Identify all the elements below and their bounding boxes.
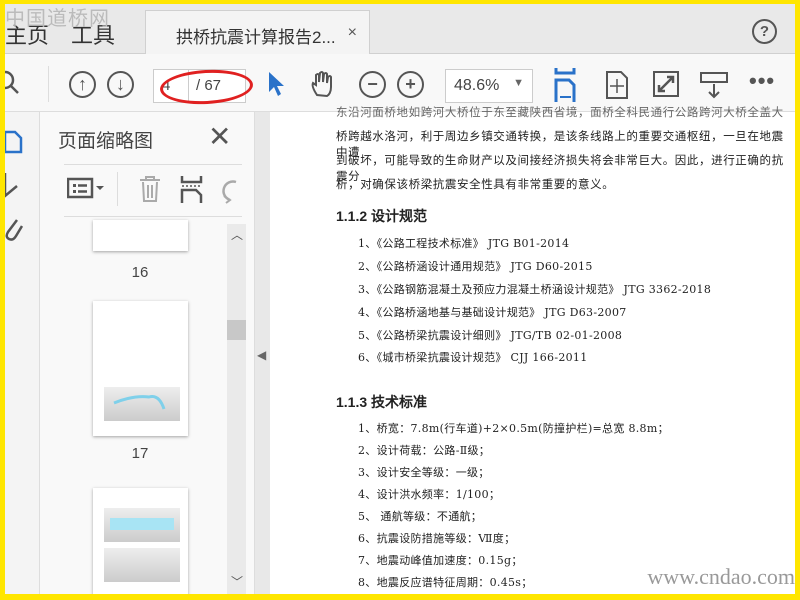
tab-document[interactable]: 拱桥抗震计算报告2... × [145, 10, 370, 54]
attachments-icon[interactable] [5, 214, 23, 242]
list-item: 2、设计荷载：公路-Ⅱ级； [358, 444, 491, 457]
bookmarks-icon[interactable] [5, 172, 19, 198]
paragraph-line: 析，对确保该桥梁抗震安全性具有非常重要的意义。 [336, 177, 615, 191]
list-item: 2、《公路桥涵设计通用规范》 JTG D60-2015 [358, 260, 593, 273]
collapse-panel-handle[interactable]: ◀ [254, 112, 270, 594]
paragraph-line: 东沿河面桥地如跨河大桥位于东至藏陕西省境，面桥全科民通行公路跨河大桥全盖大 [336, 105, 784, 119]
scroll-down-icon[interactable]: ﹀ [231, 573, 243, 590]
divider [64, 164, 242, 165]
zoom-level-value: 48.6% [454, 77, 500, 94]
full-screen-icon[interactable] [653, 71, 679, 97]
document-page: 东沿河面桥地如跨河大桥位于东至藏陕西省境，面桥全科民通行公路跨河大桥全盖大 桥跨… [270, 105, 795, 594]
next-page-icon[interactable]: ↓ [107, 71, 134, 98]
collapse-arrow-icon[interactable]: ◀ [257, 348, 266, 362]
list-item: 4、设计洪水频率：1/100； [358, 488, 501, 501]
zoom-out-icon[interactable]: − [359, 71, 386, 98]
scroll-up-icon[interactable]: ︿ [231, 226, 243, 243]
rotate-page-icon[interactable] [220, 176, 240, 204]
list-item: 5、《公路桥梁抗震设计细则》 JTG/TB 02-01-2008 [358, 329, 623, 342]
divider [64, 216, 242, 217]
list-item: 8、地震反应谱特征周期：0.45s； [358, 576, 533, 589]
page-thumbnail-18[interactable] [93, 488, 188, 594]
zoom-in-icon[interactable]: + [397, 71, 424, 98]
watermark-logo: 中国道桥网 [5, 6, 110, 30]
close-panel-button[interactable]: ✕ [208, 120, 231, 153]
document-tab-title: 拱桥抗震计算报告2... [176, 28, 336, 47]
close-tab-button[interactable]: × [348, 24, 357, 42]
page-thumbnail-17[interactable] [93, 301, 188, 436]
scrollbar-thumb[interactable] [227, 320, 246, 340]
pdf-reader-window: 主页 工具 拱桥抗震计算报告2... × ? 中国道桥网 ↑ ↓ 4 / 67 … [5, 4, 795, 594]
thumbnail-page-number: 17 [131, 445, 149, 462]
insert-page-icon[interactable] [180, 176, 204, 204]
panel-title: 页面缩略图 [58, 131, 154, 152]
list-item: 1、《公路工程技术标准》 JTG B01-2014 [358, 237, 570, 250]
list-item: 7、地震动峰值加速度：0.15g； [358, 554, 523, 567]
delete-page-icon[interactable] [138, 175, 162, 203]
page-thumbnails-panel: 页面缩略图 ✕ 16 17 ︿ ﹀ [40, 112, 254, 594]
read-mode-icon[interactable] [700, 72, 728, 100]
fit-width-scroll-icon[interactable] [553, 68, 579, 102]
thumbnail-scrollbar[interactable]: ︿ ﹀ [227, 224, 246, 594]
section-heading: 1.1.3 技术标准 [336, 394, 428, 410]
left-navigation-rail [5, 112, 40, 594]
page-thumbnail-16[interactable] [93, 220, 188, 251]
list-item: 1、桥宽：7.8m(行车道)+2×0.5m(防撞护栏)=总宽 8.8m； [358, 422, 669, 435]
more-options-icon[interactable]: ••• [749, 68, 775, 94]
thumbnail-options-icon[interactable] [67, 177, 105, 199]
previous-page-icon[interactable]: ↑ [69, 71, 96, 98]
thumbnail-page-number: 16 [131, 264, 149, 281]
list-item: 6、抗震设防措施等级：Ⅶ度； [358, 532, 516, 545]
help-icon[interactable]: ? [752, 19, 777, 44]
tab-bar: 主页 工具 拱桥抗震计算报告2... × ? 中国道桥网 [5, 4, 795, 54]
site-watermark: www.cndao.com [647, 564, 795, 589]
list-item: 4、《公路桥涵地基与基础设计规范》 JTG D63-2007 [358, 306, 627, 319]
toolbar-divider [48, 66, 49, 102]
page-thumbnails-icon[interactable] [5, 130, 23, 154]
zoom-level-select[interactable]: 48.6% ▼ [445, 69, 533, 103]
list-item: 3、设计安全等级：一级； [358, 466, 490, 479]
select-cursor-icon[interactable] [267, 70, 287, 98]
search-icon[interactable] [5, 70, 21, 96]
hand-tool-icon[interactable] [309, 69, 339, 99]
divider [117, 172, 118, 206]
section-heading: 1.1.2 设计规范 [336, 208, 428, 224]
chevron-down-icon: ▼ [513, 77, 524, 89]
list-item: 3、《公路钢筋混凝土及预应力混凝土桥涵设计规范》 JTG 3362-2018 [358, 283, 712, 296]
list-item: 5、 通航等级：不通航； [358, 510, 483, 523]
list-item: 6、《城市桥梁抗震设计规范》 CJJ 166-2011 [358, 351, 588, 364]
fit-page-icon[interactable] [605, 70, 629, 100]
